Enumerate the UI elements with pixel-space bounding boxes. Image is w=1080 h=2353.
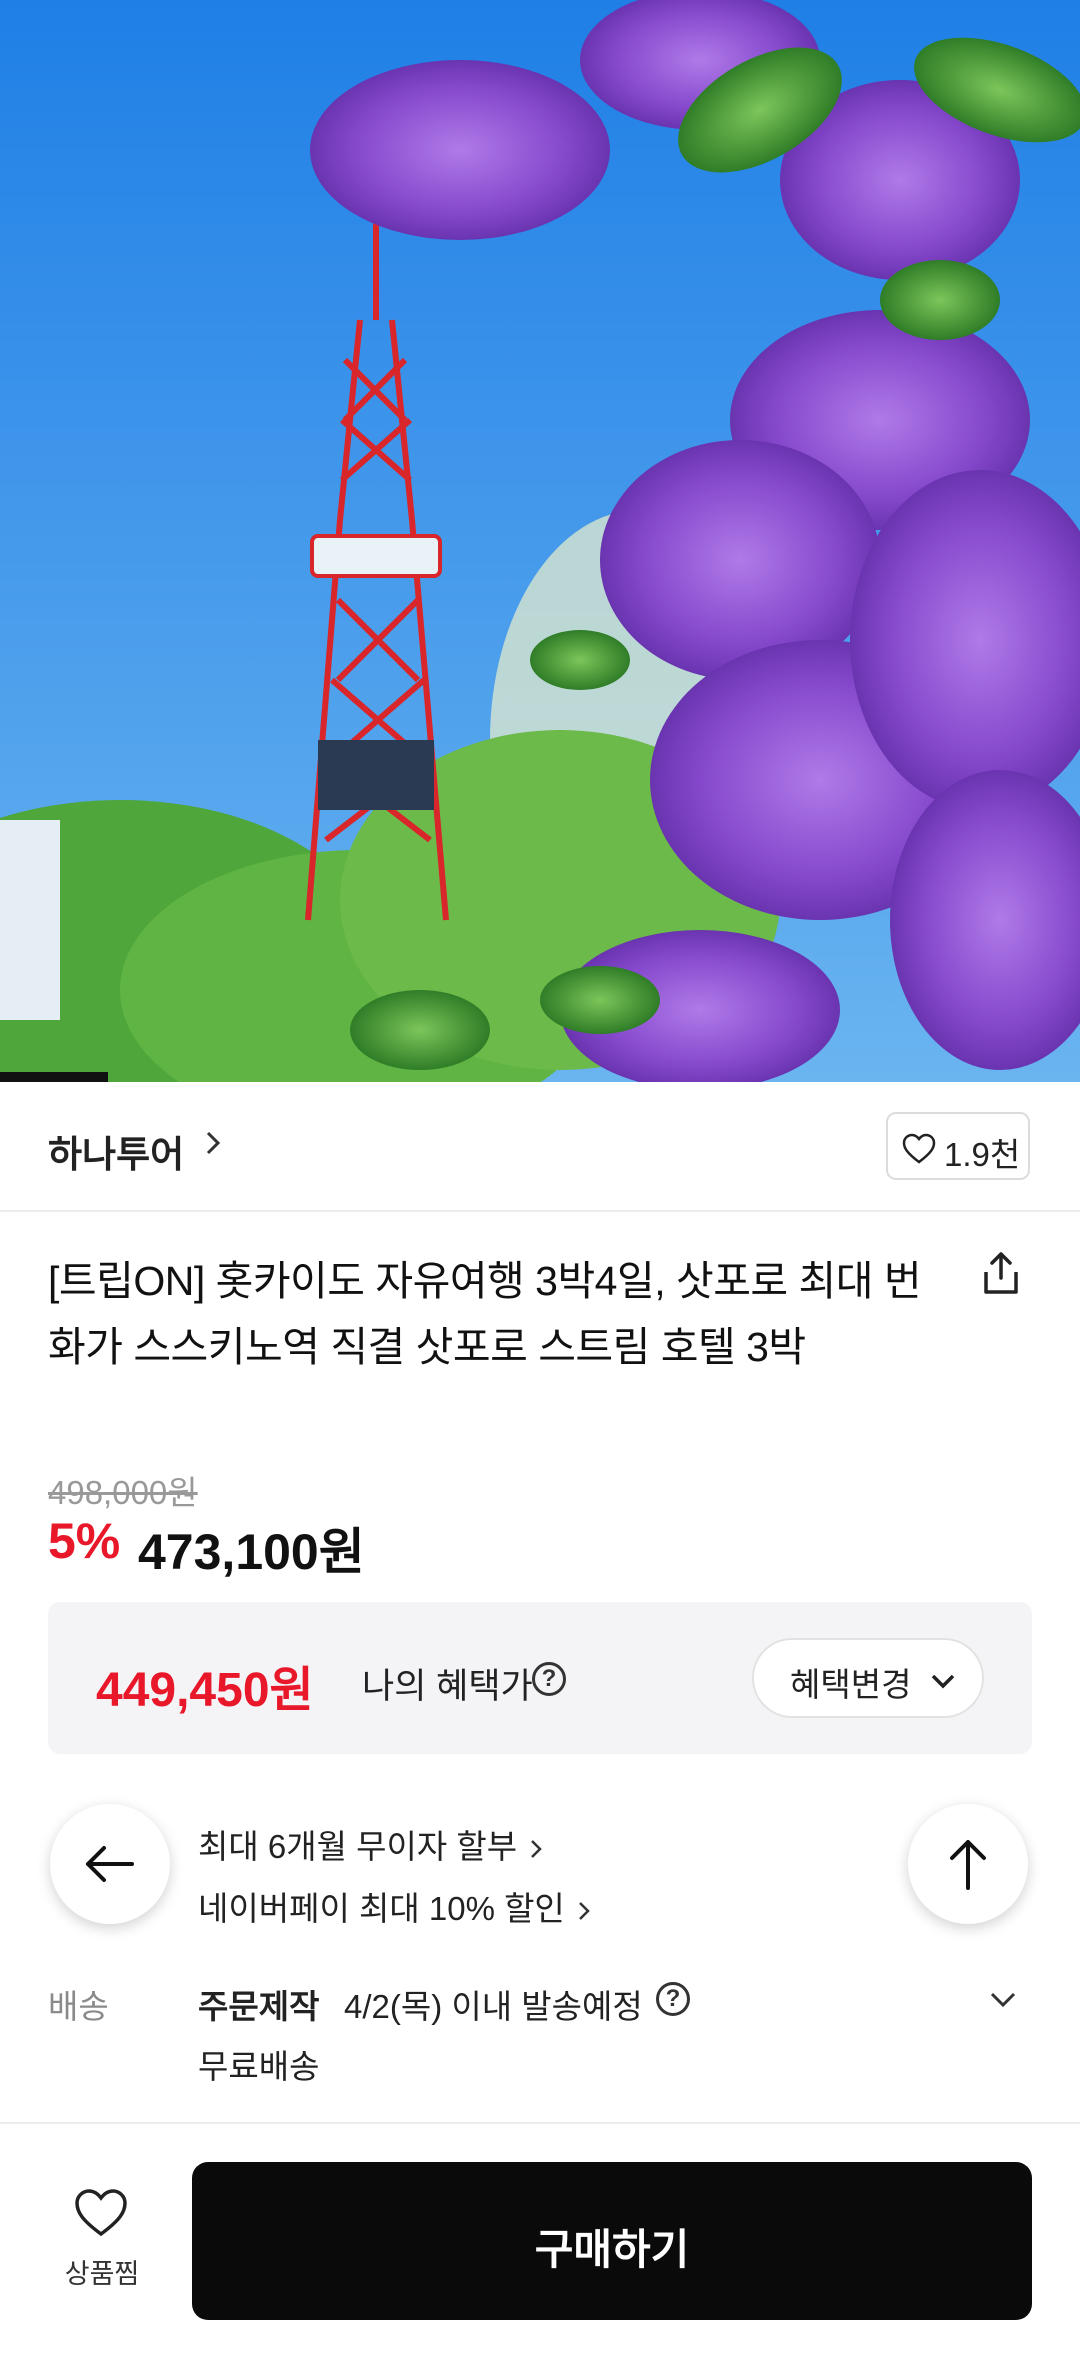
installment-info[interactable]: 최대 6개월 무이자 할부	[198, 1820, 547, 1868]
benefit-box: 449,450원 나의 혜택가 ? 혜택변경	[48, 1602, 1032, 1754]
bottom-action-bar: 상품찜 구매하기	[0, 2122, 1080, 2353]
arrow-left-icon	[86, 1846, 134, 1882]
like-count: 1.9천	[944, 1136, 1021, 1173]
share-icon[interactable]	[976, 1248, 1026, 1298]
seller-row: 하나투어 1.9천	[0, 1082, 1080, 1212]
buy-button-label: 구매하기	[534, 2226, 690, 2273]
product-title: [트립ON] 홋카이도 자유여행 3박4일, 삿포로 최대 번화가 스스키노역 …	[48, 1258, 922, 1370]
back-button[interactable]	[50, 1804, 170, 1924]
wishlist-button[interactable]: 상품찜	[44, 2188, 160, 2298]
benefit-change-label: 혜택변경	[790, 1666, 912, 1703]
naverpay-label: 네이버페이 최대 10% 할인	[198, 1890, 565, 1927]
shipping-date: 4/2(목) 이내 발송예정	[344, 1988, 643, 2025]
chevron-down-icon	[931, 1674, 955, 1689]
chevron-right-icon	[531, 1840, 542, 1859]
sale-price: 473,100원	[138, 1524, 365, 1580]
seller-name[interactable]: 하나투어	[48, 1124, 184, 1178]
chevron-down-icon[interactable]	[986, 1982, 1020, 2016]
heart-icon	[902, 1133, 936, 1164]
help-icon[interactable]: ?	[656, 1982, 690, 2016]
benefit-price: 449,450원	[96, 1664, 314, 1717]
shipping-fee: 무료배송	[198, 2048, 320, 2085]
shipping-type: 주문제작	[198, 1988, 320, 2025]
like-button[interactable]: 1.9천	[886, 1112, 1030, 1180]
buy-button[interactable]: 구매하기	[192, 2162, 1032, 2320]
chevron-right-icon	[578, 1902, 590, 1921]
chevron-right-icon[interactable]	[198, 1128, 228, 1158]
product-hero-image[interactable]	[0, 0, 1080, 1082]
naverpay-info[interactable]: 네이버페이 최대 10% 할인	[198, 1882, 595, 1930]
help-icon[interactable]: ?	[532, 1662, 566, 1696]
heart-icon	[75, 2189, 127, 2237]
wishlist-label: 상품찜	[64, 2259, 140, 2289]
original-price: 498,000원	[48, 1474, 198, 1511]
image-progress-indicator	[0, 1072, 108, 1082]
discount-rate: 5%	[48, 1513, 121, 1569]
arrow-up-icon	[950, 1840, 986, 1890]
shipping-label: 배송	[48, 1988, 109, 2025]
benefit-label: 나의 혜택가	[362, 1667, 533, 1706]
benefit-change-button[interactable]: 혜택변경	[752, 1638, 984, 1718]
installment-label: 최대 6개월 무이자 할부	[198, 1828, 518, 1865]
scroll-top-button[interactable]	[908, 1804, 1028, 1924]
